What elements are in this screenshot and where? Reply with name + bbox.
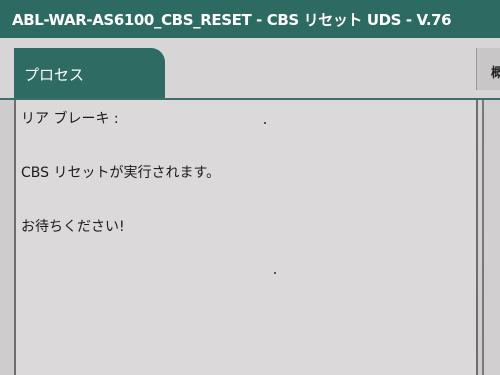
- screen: ABL-WAR-AS6100_CBS_RESET - CBS リセット UDS …: [0, 0, 500, 375]
- process-panel: リア ブレーキ : CBS リセットが実行されます。 お待ちください!: [14, 100, 478, 375]
- tab-process-label: プロセス: [24, 66, 85, 84]
- tab-overview-label: 概: [491, 66, 500, 81]
- left-margin: [0, 100, 14, 375]
- rear-brake-label: リア ブレーキ :: [21, 111, 119, 127]
- screen-speck: [274, 272, 276, 274]
- screen-speck: [264, 122, 266, 124]
- window-title-bar: ABL-WAR-AS6100_CBS_RESET - CBS リセット UDS …: [0, 0, 500, 38]
- tab-strip: プロセス 概: [0, 38, 500, 100]
- window-title: ABL-WAR-AS6100_CBS_RESET - CBS リセット UDS …: [12, 10, 452, 29]
- tab-process[interactable]: プロセス: [14, 48, 165, 100]
- cbs-reset-message: CBS リセットが実行されます。: [21, 165, 221, 181]
- right-panel-edge: [482, 100, 500, 375]
- tab-overview[interactable]: 概: [476, 48, 500, 90]
- please-wait-message: お待ちください!: [21, 219, 125, 235]
